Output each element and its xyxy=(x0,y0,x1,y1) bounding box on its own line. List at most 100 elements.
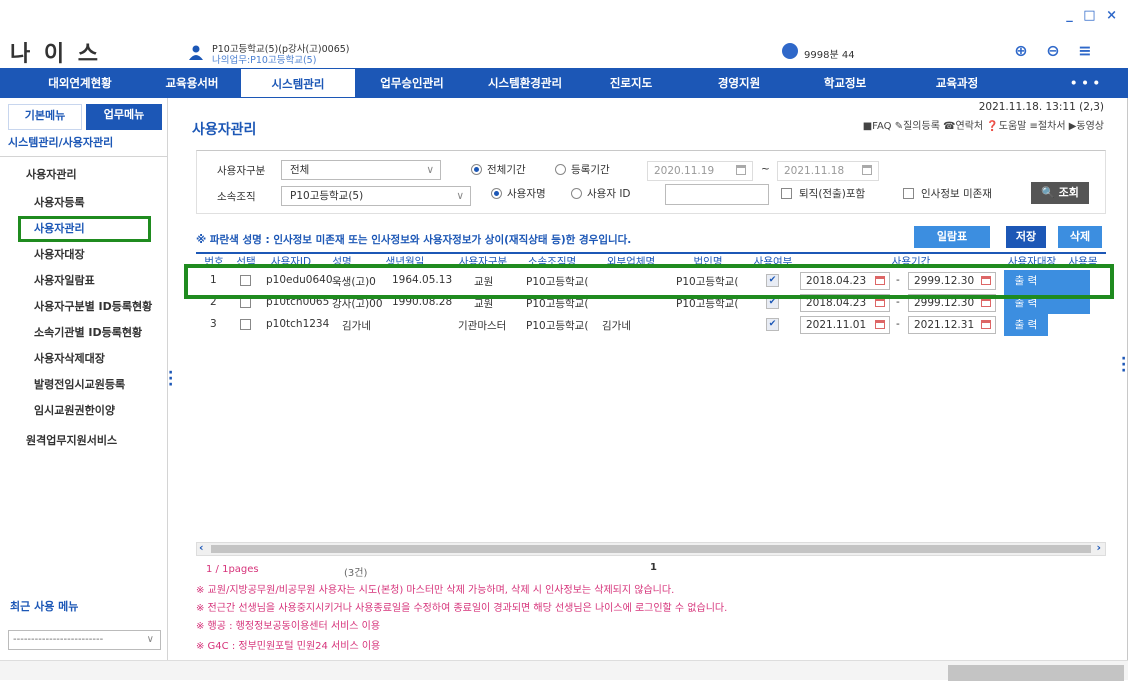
window-controls[interactable]: _ □ × xyxy=(1066,8,1120,23)
date-tilde: ~ xyxy=(761,163,770,175)
notice-text: ※ 파란색 성명 : 인사정보 미존재 또는 인사정보와 사용자정보가 상이(재… xyxy=(196,234,632,246)
cell-name[interactable]: 김가네 xyxy=(342,318,390,333)
menu-item-approval[interactable]: 업무승인관리 xyxy=(362,68,462,98)
zoom-out-icon[interactable]: ⊖ xyxy=(1044,42,1062,60)
user-work[interactable]: 나의업무:P10고등학교(5) xyxy=(212,52,316,66)
main-content: 사용자관리 2021.11.18. 13:11 (2,3) ■FAQ ✎질의등록… xyxy=(180,98,1120,660)
divider xyxy=(0,156,168,157)
no-hr-checkbox[interactable] xyxy=(903,188,914,199)
top-bar: _ □ × 나 이 스 P10고등학교(5)(p강사(고)0065) 나의업무:… xyxy=(0,0,1128,68)
list-button[interactable]: 일람표 xyxy=(914,226,990,248)
menu-item-edu-server[interactable]: 교육용서버 xyxy=(152,68,232,98)
sidebar-item-user-delete-ledger[interactable]: 사용자삭제대장 xyxy=(34,350,105,366)
sidebar-item-temp-teacher-register[interactable]: 발령전임시교원등록 xyxy=(34,376,125,392)
scrollbar-thumb[interactable] xyxy=(211,545,1091,553)
status-block xyxy=(948,665,1124,681)
footnote: ※ 전근간 선생님을 사용중지시키거나 사용종료일을 수정하여 종료일이 경과되… xyxy=(196,603,728,614)
menu-item-curriculum[interactable]: 교육과정 xyxy=(922,68,992,98)
scroll-left-icon[interactable]: ‹ xyxy=(199,541,204,554)
sidebar-tabs: 기본메뉴 업무메뉴 xyxy=(0,104,168,130)
pager-count: (3건) xyxy=(344,568,368,579)
cell-user-id: p10tch1234 xyxy=(266,318,330,330)
menu-item-system-admin[interactable]: 시스템관리 xyxy=(240,68,356,98)
filter-panel: 사용자구분 전체 ∨ 전체기간 등록기간 2020.11.19 ~ 2021.11… xyxy=(196,150,1106,214)
calendar-icon[interactable] xyxy=(981,320,991,329)
org-select[interactable]: P10고등학교(5) ∨ xyxy=(281,186,471,206)
sidebar-resize-handle[interactable]: · · · xyxy=(168,366,173,392)
cell-user-type: 기관마스터 xyxy=(458,320,507,332)
tab-work-menu[interactable]: 업무메뉴 xyxy=(86,104,162,130)
save-button[interactable]: 저장 xyxy=(1006,226,1046,248)
sidebar-group-user-admin[interactable]: 사용자관리 xyxy=(26,166,77,182)
org-label: 소속조직 xyxy=(217,191,256,203)
sidebar: 기본메뉴 업무메뉴 시스템관리/사용자관리 사용자관리 사용자등록 사용자관리 … xyxy=(0,98,168,660)
search-button[interactable]: 🔍 조회 xyxy=(1031,182,1089,204)
cell-no: 3 xyxy=(210,318,217,330)
right-resize-handle[interactable]: · · · xyxy=(1121,352,1126,378)
radio-by-name[interactable] xyxy=(491,188,502,199)
highlight-box-row xyxy=(184,264,1114,299)
menu-item-system-env[interactable]: 시스템환경관리 xyxy=(470,68,580,98)
sidebar-item-temp-teacher-transfer[interactable]: 임시교원권한이양 xyxy=(34,402,115,418)
calendar-icon[interactable] xyxy=(875,320,885,329)
date-to-input[interactable]: 2021.11.18 xyxy=(777,161,879,181)
menu-item-external[interactable]: 대외연계현황 xyxy=(30,68,130,98)
menu-item-school-info[interactable]: 학교정보 xyxy=(810,68,880,98)
sidebar-item-user-ledger[interactable]: 사용자대장 xyxy=(34,246,85,262)
session-timer-text: 9998분 44 xyxy=(804,50,855,61)
sidebar-item-user-register[interactable]: 사용자등록 xyxy=(34,194,85,210)
retired-label: 퇴직(전출)포함 xyxy=(799,188,866,200)
help-links[interactable]: ■FAQ ✎질의등록 ☎연락처 ❓도움말 ≡절차서 ▶동영상 xyxy=(863,117,1104,132)
app-logo: 나 이 스 xyxy=(10,42,102,67)
scroll-right-icon[interactable]: › xyxy=(1096,541,1101,554)
menu-more-icon[interactable]: • • • xyxy=(1060,68,1110,98)
sidebar-group-remote-support[interactable]: 원격업무지원서비스 xyxy=(26,432,117,448)
pager-pages: 1 / 1pages xyxy=(206,564,259,575)
sidebar-path: 시스템관리/사용자관리 xyxy=(8,136,114,149)
period-from-value: 2021.11.01 xyxy=(806,319,867,331)
delete-button[interactable]: 삭제 xyxy=(1058,226,1102,248)
print-button[interactable]: 출 력 xyxy=(1004,314,1048,336)
user-icon xyxy=(189,45,203,60)
sidebar-item-org-id-status[interactable]: 소속기관별 ID등록현황 xyxy=(34,324,142,340)
use-checkbox[interactable]: ✔ xyxy=(766,318,779,331)
footnote: ※ 행공 : 행정정보공동이용센터 서비스 이용 xyxy=(196,621,381,632)
period-dash: - xyxy=(896,318,900,330)
search-keyword-input[interactable] xyxy=(665,184,769,205)
menu-item-career[interactable]: 진로지도 xyxy=(596,68,666,98)
no-hr-label: 인사정보 미존재 xyxy=(921,188,992,200)
tab-basic-menu[interactable]: 기본메뉴 xyxy=(8,104,82,130)
sidebar-item-type-id-status[interactable]: 사용자구분별 ID등록현황 xyxy=(34,298,152,314)
table-row[interactable]: 3 p10tch1234 김가네 기관마스터 P10고등학교( 김가네 ✔ 20… xyxy=(196,314,1106,336)
radio-reg-period[interactable] xyxy=(555,164,566,175)
date-from-input[interactable]: 2020.11.19 xyxy=(647,161,753,181)
retired-checkbox[interactable] xyxy=(781,188,792,199)
calendar-icon[interactable] xyxy=(875,298,885,307)
period-to-value: 2021.12.31 xyxy=(914,319,975,331)
pager: 1 / 1pages (3건) 1 xyxy=(196,562,1106,579)
date-to-value: 2021.11.18 xyxy=(784,165,845,177)
menu-item-management[interactable]: 경영지원 xyxy=(704,68,774,98)
main-menu-bar: 대외연계현황 교육용서버 시스템관리 업무승인관리 시스템환경관리 진로지도 경… xyxy=(0,68,1128,98)
calendar-icon[interactable] xyxy=(981,298,991,307)
radio-by-id[interactable] xyxy=(571,188,582,199)
horizontal-scrollbar[interactable]: ‹ › xyxy=(196,541,1106,556)
recent-menu-value: ------------------------- xyxy=(13,634,104,645)
pager-current[interactable]: 1 xyxy=(650,562,657,573)
period-to-input[interactable]: 2021.12.31 xyxy=(908,316,996,334)
clock-icon xyxy=(782,43,798,59)
row-checkbox[interactable] xyxy=(240,319,251,330)
sidebar-item-user-list[interactable]: 사용자일람표 xyxy=(34,272,95,288)
footnote: ※ 교원/지방공무원/비공무원 사용자는 시도(본청) 마스터만 삭제 가능하며… xyxy=(196,585,675,596)
zoom-in-icon[interactable]: ⊕ xyxy=(1012,42,1030,60)
calendar-icon[interactable] xyxy=(862,165,872,175)
period-from-input[interactable]: 2021.11.01 xyxy=(800,316,890,334)
calendar-icon[interactable] xyxy=(736,165,746,175)
date-from-value: 2020.11.19 xyxy=(654,165,715,177)
status-bar xyxy=(0,660,1128,681)
recent-menu-select[interactable]: ------------------------- ∨ xyxy=(8,630,161,650)
user-type-select[interactable]: 전체 ∨ xyxy=(281,160,441,180)
radio-all-period[interactable] xyxy=(471,164,482,175)
footnote: ※ G4C : 정부민원포털 민원24 서비스 이용 xyxy=(196,641,381,652)
hamburger-menu-icon[interactable]: ≡ xyxy=(1076,42,1094,60)
